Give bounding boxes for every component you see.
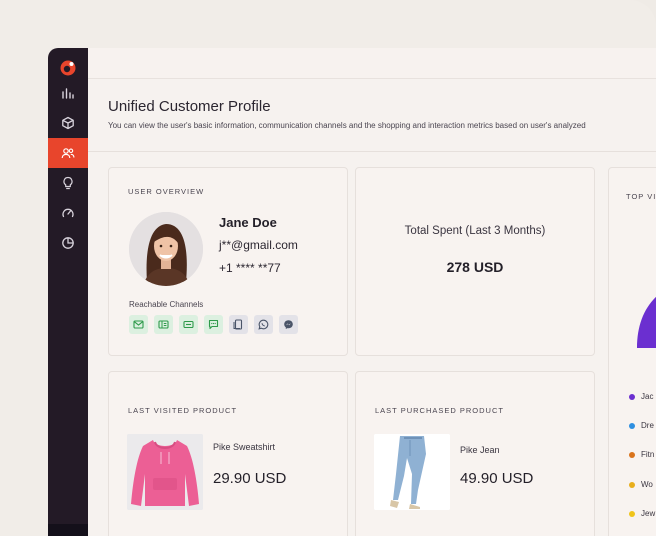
legend-label: Dre	[641, 421, 654, 430]
sidebar-footer	[48, 524, 88, 536]
legend-dot	[629, 481, 635, 488]
messenger-icon	[284, 320, 293, 329]
last-purchased-name: Pike Jean	[460, 445, 500, 455]
sidebar-item-insights[interactable]	[48, 168, 88, 198]
last-visited-price: 29.90 USD	[213, 470, 287, 487]
bar-chart-icon	[62, 88, 74, 99]
users-icon	[61, 148, 75, 159]
last-visited-image[interactable]	[127, 434, 203, 510]
last-visited-title: LAST VISITED PRODUCT	[128, 406, 238, 415]
avatar	[129, 212, 203, 286]
whatsapp-icon	[258, 319, 269, 330]
sms-icon	[208, 319, 219, 330]
channel-push[interactable]	[229, 315, 248, 334]
user-phone: +1 **** **77	[219, 261, 281, 275]
channel-sms[interactable]	[204, 315, 223, 334]
user-overview-card: USER OVERVIEW Jane Doe j**@gmail.com +1 …	[108, 167, 348, 356]
channel-list	[129, 315, 298, 334]
legend-dot	[629, 510, 635, 517]
legend-label: Jac	[641, 392, 654, 401]
channel-inapp[interactable]	[179, 315, 198, 334]
top-visited-card: TOP VI Jac Dre Fitn Wo Jew	[608, 167, 656, 536]
push-notification-icon	[233, 319, 243, 330]
sidebar-item-reports[interactable]	[48, 228, 88, 258]
last-purchased-image[interactable]	[374, 434, 450, 510]
sidebar-item-performance[interactable]	[48, 198, 88, 228]
legend-item: Jew	[629, 509, 655, 518]
sidebar-item-analytics[interactable]	[48, 78, 88, 108]
total-spent-card: Total Spent (Last 3 Months) 278 USD	[355, 167, 595, 356]
user-photo-icon	[129, 212, 203, 286]
logo-icon	[60, 60, 76, 76]
cube-icon	[62, 116, 74, 130]
legend-label: Wo	[641, 480, 653, 489]
total-spent-value: 278 USD	[446, 259, 504, 275]
donut-chart	[637, 297, 656, 348]
pie-chart-icon	[62, 237, 74, 249]
sidebar	[48, 48, 88, 536]
channel-email[interactable]	[129, 315, 148, 334]
sidebar-item-customers[interactable]	[48, 138, 88, 168]
total-spent-label: Total Spent (Last 3 Months)	[404, 225, 546, 237]
top-bar	[88, 48, 656, 79]
legend-label: Jew	[641, 509, 656, 518]
channels-label: Reachable Channels	[129, 300, 204, 309]
lightbulb-icon	[63, 176, 73, 190]
user-overview-title: USER OVERVIEW	[128, 187, 205, 196]
app-window: Unified Customer Profile You can view th…	[48, 48, 656, 536]
legend-dot	[629, 422, 635, 429]
legend-label: Fitn	[641, 450, 655, 459]
last-visited-name: Pike Sweatshirt	[213, 442, 276, 452]
last-visited-card: LAST VISITED PRODUCT Pike Sweatshirt 29.…	[108, 371, 348, 536]
last-purchased-price: 49.90 USD	[460, 470, 534, 487]
jeans-image-icon	[374, 434, 450, 510]
main-content: Unified Customer Profile You can view th…	[88, 79, 656, 536]
channel-messenger[interactable]	[279, 315, 298, 334]
legend-item: Fitn	[629, 450, 654, 459]
user-email: j**@gmail.com	[219, 238, 298, 252]
donut-segment	[637, 297, 656, 348]
channel-whatsapp[interactable]	[254, 315, 273, 334]
sweatshirt-image-icon	[127, 434, 203, 510]
legend-item: Wo	[629, 480, 653, 489]
top-visited-title: TOP VI	[626, 192, 656, 201]
sidebar-item-products[interactable]	[48, 108, 88, 138]
legend-item: Dre	[629, 421, 654, 430]
header-divider	[88, 151, 656, 152]
last-purchased-card: LAST PURCHASED PRODUCT Pike Jean 49.90 U…	[355, 371, 595, 536]
message-box-icon	[183, 320, 194, 329]
user-name: Jane Doe	[219, 215, 277, 230]
legend-dot	[629, 393, 635, 400]
legend-dot	[629, 451, 635, 458]
channel-id[interactable]	[154, 315, 173, 334]
legend-item: Jac	[629, 392, 653, 401]
last-purchased-title: LAST PURCHASED PRODUCT	[375, 406, 504, 415]
gauge-icon	[62, 208, 74, 218]
email-icon	[133, 320, 144, 329]
page-subtitle: You can view the user's basic informatio…	[108, 121, 586, 130]
page-title: Unified Customer Profile	[108, 98, 271, 115]
id-card-icon	[158, 320, 169, 329]
